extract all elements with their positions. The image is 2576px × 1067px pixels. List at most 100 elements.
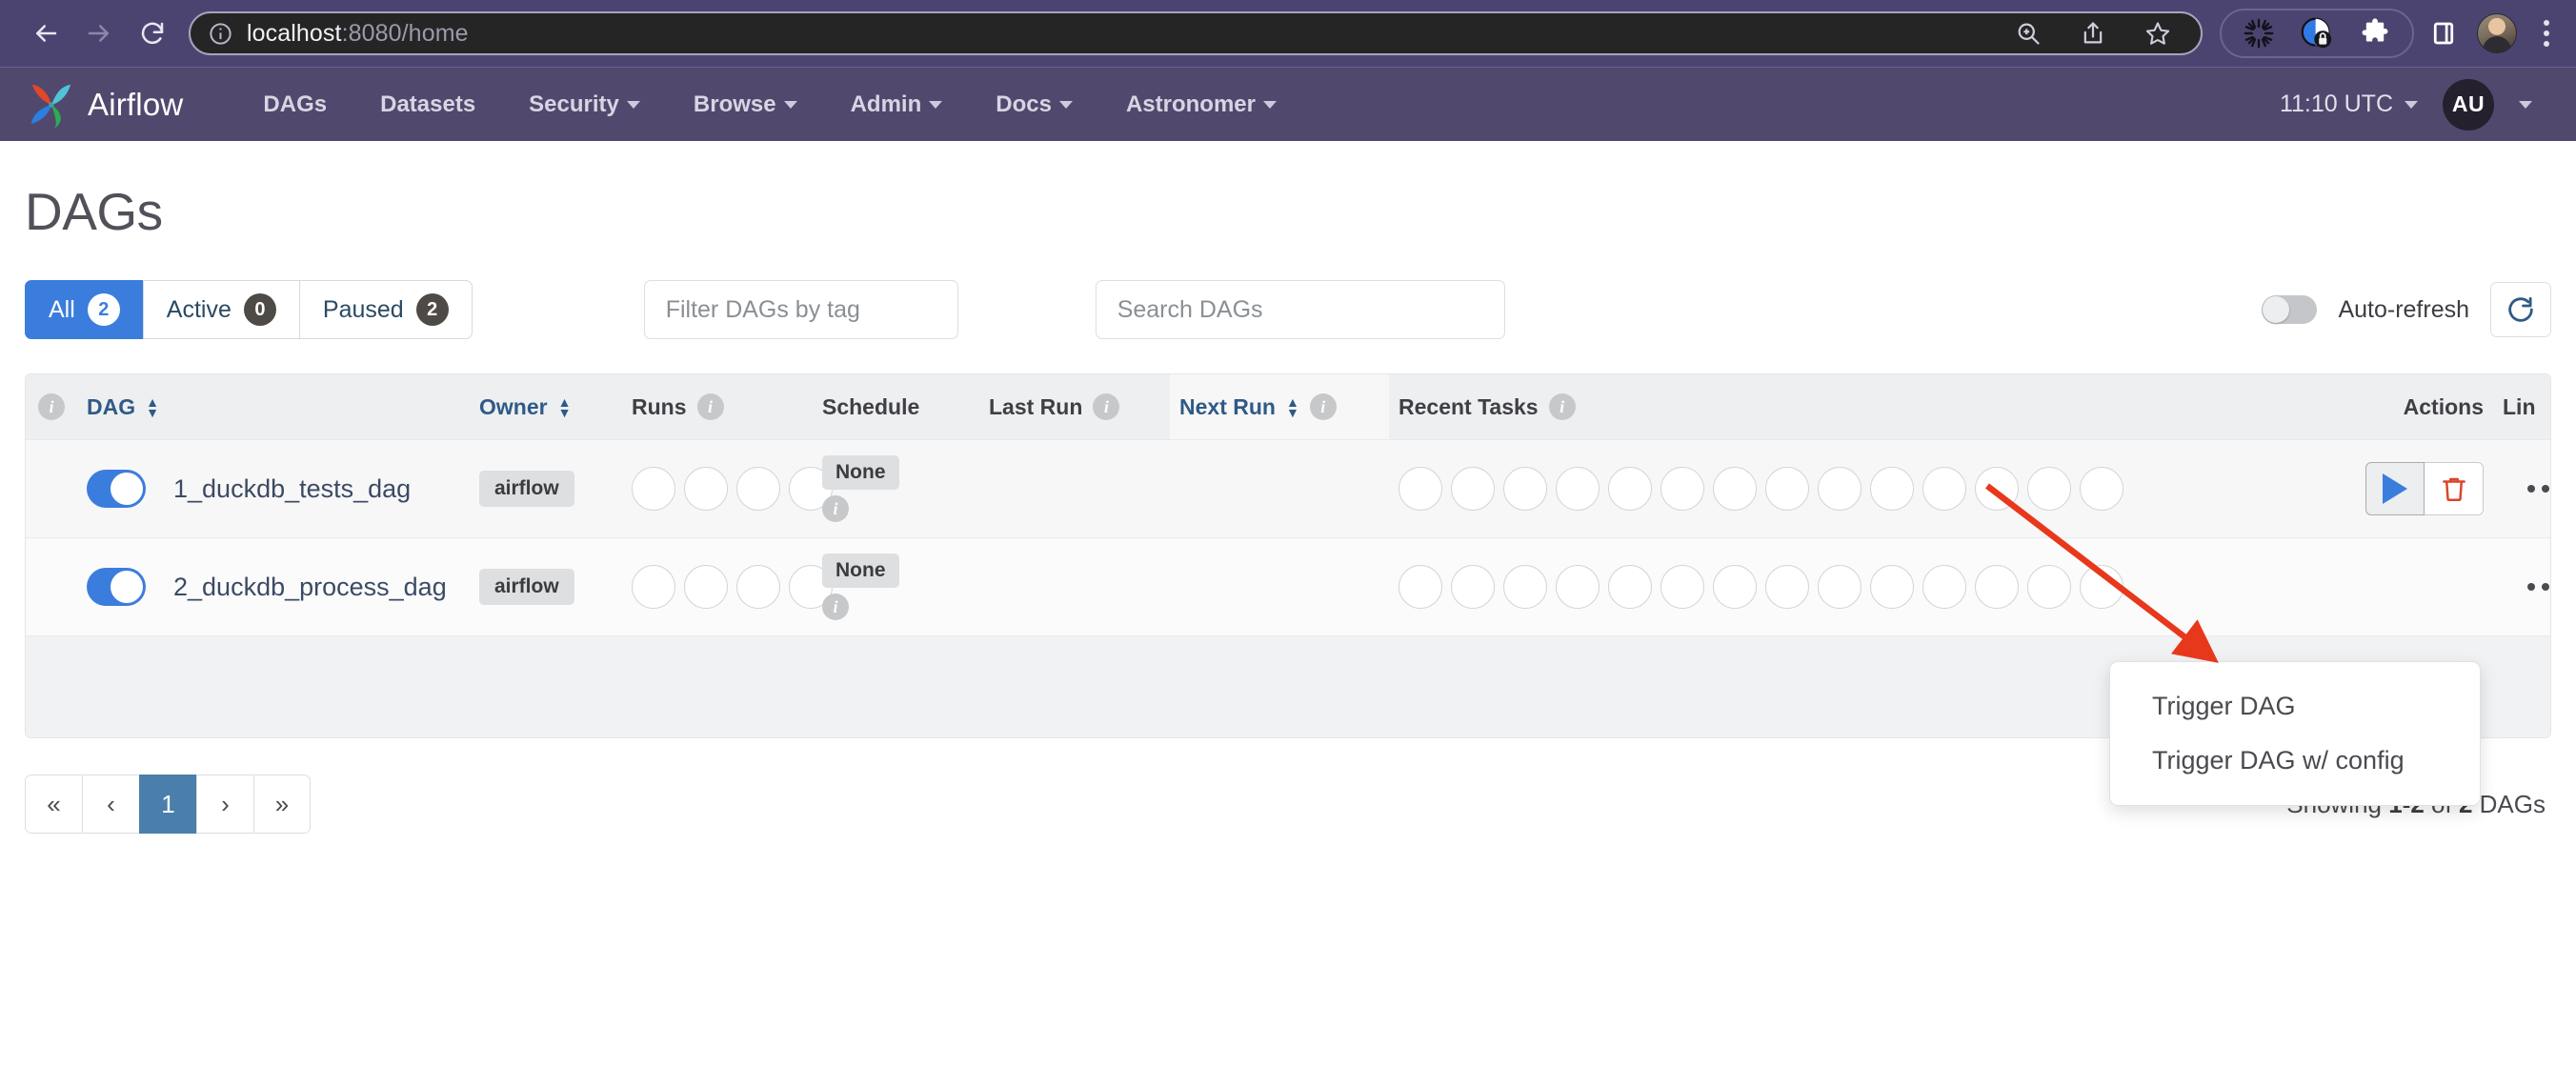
tag-filter-input[interactable]: Filter DAGs by tag: [644, 280, 958, 339]
nav-item-admin[interactable]: Admin: [824, 82, 970, 128]
pagination-last[interactable]: »: [253, 775, 311, 834]
task-status-circle[interactable]: [1503, 565, 1547, 609]
browser-tail-controls: [2429, 13, 2557, 53]
task-status-circle[interactable]: [1660, 565, 1704, 609]
task-status-circle[interactable]: [1660, 467, 1704, 511]
auto-refresh-toggle[interactable]: [2262, 295, 2317, 324]
puzzle-extensions-icon[interactable]: [2359, 17, 2391, 50]
nav-item-docs[interactable]: Docs: [969, 82, 1099, 128]
brand-home-link[interactable]: Airflow: [25, 78, 183, 131]
task-status-circle[interactable]: [1713, 565, 1757, 609]
user-avatar[interactable]: AU: [2443, 79, 2494, 131]
pagination-next[interactable]: ›: [196, 775, 253, 834]
run-status-circle[interactable]: [736, 467, 780, 511]
header-label: Recent Tasks: [1399, 394, 1539, 420]
info-icon[interactable]: i: [697, 393, 724, 420]
site-info-icon[interactable]: [208, 21, 233, 47]
task-status-circle[interactable]: [1451, 467, 1495, 511]
share-icon[interactable]: [2067, 20, 2119, 47]
trigger-dag-button[interactable]: [2365, 462, 2425, 515]
nav-item-security[interactable]: Security: [502, 82, 667, 128]
filter-all-button[interactable]: All 2: [25, 280, 143, 339]
task-status-circle[interactable]: [1818, 467, 1862, 511]
task-status-circle[interactable]: [1870, 467, 1914, 511]
table-row[interactable]: 2_duckdb_process_dag airflow None i: [26, 537, 2550, 635]
run-status-circle[interactable]: [736, 565, 780, 609]
delete-dag-button[interactable]: [2425, 462, 2484, 515]
nav-label: Datasets: [380, 91, 475, 118]
task-status-circle[interactable]: [1765, 565, 1809, 609]
task-status-circle[interactable]: [2027, 565, 2071, 609]
ellipsis-more-icon[interactable]: [2527, 583, 2551, 591]
run-status-circle[interactable]: [632, 467, 675, 511]
profile-avatar-icon[interactable]: [2477, 13, 2517, 53]
trigger-dag-dropdown-menu[interactable]: Trigger DAG Trigger DAG w/ config: [2109, 661, 2481, 806]
ellipsis-more-icon[interactable]: [2527, 485, 2551, 493]
dag-pause-toggle[interactable]: [87, 568, 146, 606]
nav-item-browse[interactable]: Browse: [667, 82, 824, 128]
task-status-circle[interactable]: [1765, 467, 1809, 511]
owner-badge[interactable]: airflow: [479, 471, 574, 507]
star-bookmark-icon[interactable]: [2132, 20, 2184, 47]
task-status-circle[interactable]: [1922, 467, 1966, 511]
task-status-circle[interactable]: [1399, 467, 1442, 511]
menu-item-trigger-dag-with-config[interactable]: Trigger DAG w/ config: [2110, 734, 2480, 788]
back-button[interactable]: [19, 7, 72, 60]
pagination-page-1[interactable]: 1: [139, 775, 196, 834]
header-dag[interactable]: DAG ▲▼: [77, 374, 470, 439]
menu-item-trigger-dag[interactable]: Trigger DAG: [2110, 679, 2480, 734]
header-next-run[interactable]: Next Run ▲▼ i: [1170, 374, 1389, 439]
task-status-circle[interactable]: [1503, 467, 1547, 511]
refresh-button[interactable]: [2490, 282, 2551, 337]
info-icon[interactable]: i: [822, 594, 849, 620]
reload-button[interactable]: [126, 7, 179, 60]
header-owner[interactable]: Owner ▲▼: [470, 374, 622, 439]
task-status-circle[interactable]: [1975, 565, 2019, 609]
task-status-circle[interactable]: [2080, 467, 2123, 511]
side-panel-icon[interactable]: [2429, 19, 2458, 48]
task-status-circle[interactable]: [1975, 467, 2019, 511]
task-status-circle[interactable]: [1608, 467, 1652, 511]
timezone-selector[interactable]: 11:10 UTC: [2280, 91, 2418, 118]
filter-paused-button[interactable]: Paused 2: [299, 280, 473, 339]
zoom-search-icon[interactable]: [2002, 20, 2054, 47]
task-status-circle[interactable]: [1608, 565, 1652, 609]
chevron-down-icon[interactable]: [2519, 101, 2532, 109]
task-status-circle[interactable]: [1556, 565, 1600, 609]
run-status-circle[interactable]: [684, 467, 728, 511]
pagination-first[interactable]: «: [25, 775, 82, 834]
task-status-circle[interactable]: [1818, 565, 1862, 609]
task-status-circle[interactable]: [1870, 565, 1914, 609]
task-status-circle[interactable]: [2027, 467, 2071, 511]
address-bar[interactable]: localhost:8080/home: [189, 11, 2203, 55]
dag-pause-toggle[interactable]: [87, 470, 146, 508]
info-icon[interactable]: i: [1549, 393, 1576, 420]
task-status-circle[interactable]: [1399, 565, 1442, 609]
task-status-circle[interactable]: [1556, 467, 1600, 511]
task-status-circle[interactable]: [1713, 467, 1757, 511]
info-icon[interactable]: i: [1093, 393, 1119, 420]
task-status-circle[interactable]: [2080, 565, 2123, 609]
info-icon[interactable]: i: [822, 495, 849, 522]
search-input[interactable]: Search DAGs: [1096, 280, 1505, 339]
info-icon[interactable]: i: [1310, 393, 1337, 420]
table-row[interactable]: 1_duckdb_tests_dag airflow None i: [26, 439, 2550, 537]
dag-name-link[interactable]: 1_duckdb_tests_dag: [173, 474, 411, 504]
kebab-menu-icon[interactable]: [2536, 16, 2557, 50]
privacy-lock-extension-icon[interactable]: [2300, 16, 2334, 50]
owner-badge[interactable]: airflow: [479, 569, 574, 605]
info-icon[interactable]: i: [38, 393, 65, 420]
forward-button[interactable]: [72, 7, 126, 60]
run-status-circle[interactable]: [632, 565, 675, 609]
task-status-circle[interactable]: [1922, 565, 1966, 609]
filter-active-button[interactable]: Active 0: [143, 280, 299, 339]
task-status-circle[interactable]: [1451, 565, 1495, 609]
nav-item-datasets[interactable]: Datasets: [353, 82, 502, 128]
nav-item-astronomer[interactable]: Astronomer: [1099, 82, 1303, 128]
run-status-circle[interactable]: [684, 565, 728, 609]
loading-spinner-extension-icon[interactable]: [2243, 17, 2275, 50]
nav-item-dags[interactable]: DAGs: [236, 82, 353, 128]
dag-name-link[interactable]: 2_duckdb_process_dag: [173, 573, 447, 602]
airflow-pinwheel-logo: [25, 78, 78, 131]
pagination-prev[interactable]: ‹: [82, 775, 139, 834]
